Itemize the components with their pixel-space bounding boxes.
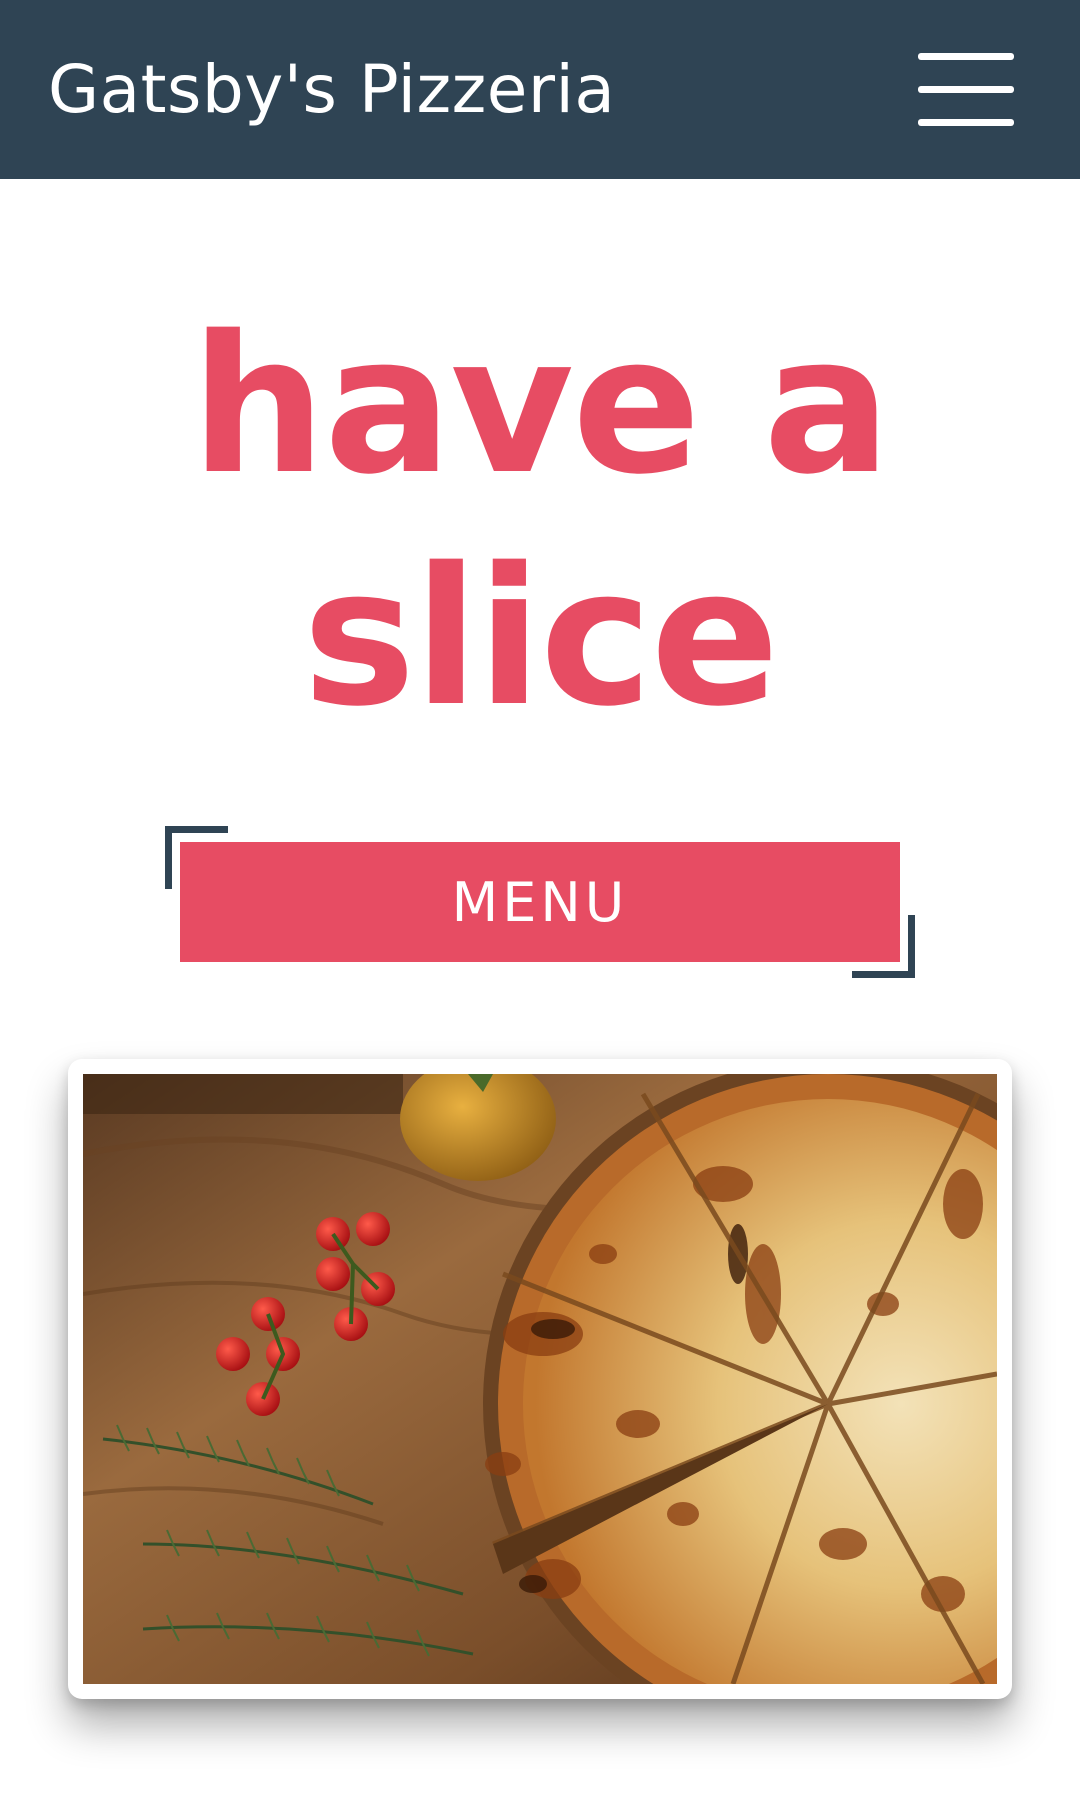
hamburger-menu-icon[interactable] — [918, 50, 1014, 128]
hero-title-line-2: slice — [302, 527, 780, 748]
pizza-photo — [83, 1074, 997, 1684]
hero-title: have a slice — [0, 290, 1080, 754]
frame-corner-bottom-right — [852, 915, 915, 978]
hamburger-bar — [918, 53, 1014, 60]
pizza-photo-illustration — [83, 1074, 997, 1684]
photo-card — [68, 1059, 1012, 1699]
hero-title-line-1: have a — [190, 295, 892, 516]
navbar: Gatsby's Pizzeria — [0, 0, 1080, 179]
brand-title[interactable]: Gatsby's Pizzeria — [48, 42, 615, 138]
menu-button[interactable]: MENU — [180, 842, 900, 962]
menu-button-frame: MENU — [165, 826, 915, 978]
hamburger-bar — [918, 119, 1014, 126]
hamburger-bar — [918, 86, 1014, 93]
